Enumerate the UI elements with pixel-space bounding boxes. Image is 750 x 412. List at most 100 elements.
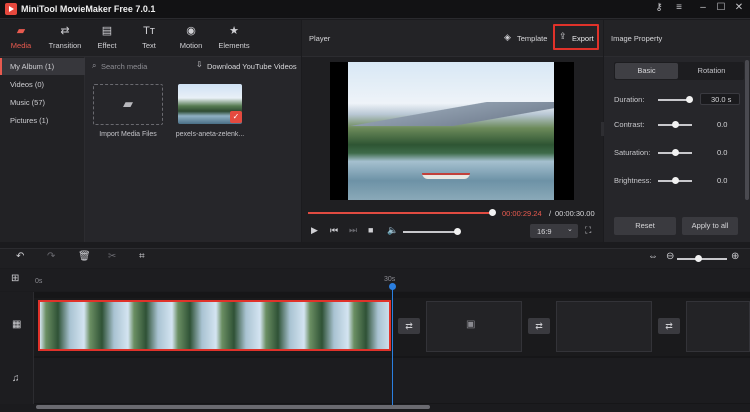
layers-icon[interactable]: ◈ [504, 33, 511, 42]
fit-timeline-icon[interactable]: ⇔ [648, 252, 658, 262]
play-icon[interactable]: ▶ [311, 226, 318, 235]
brightness-label: Brightness: [614, 176, 652, 185]
music-track-icon: ♫ [12, 373, 20, 384]
tab-text[interactable]: Tт Text [133, 20, 165, 57]
folder-icon: ▰ [16, 25, 26, 37]
tab-transition-label: Transition [48, 41, 82, 50]
zoom-out-icon[interactable]: ⊖ [666, 252, 674, 262]
split-icon[interactable]: ✂ [108, 252, 116, 262]
empty-clip-slot[interactable] [686, 301, 750, 352]
minimize-icon[interactable]: – [696, 2, 710, 16]
tab-elements[interactable]: ★ Elements [214, 20, 254, 57]
album-item-pictures[interactable]: Pictures (1) [0, 112, 85, 129]
close-icon[interactable]: ✕ [732, 2, 746, 16]
export-label: Export [572, 34, 594, 43]
app-title: MiniTool MovieMaker Free 7.0.1 [21, 4, 156, 14]
placeholder-icon: ▣ [466, 319, 476, 330]
maximize-icon[interactable]: ☐ [714, 2, 728, 16]
tab-text-label: Text [142, 41, 156, 50]
export-icon: ⇪ [559, 31, 567, 41]
tab-motion[interactable]: ◉ Motion [173, 20, 209, 57]
delete-icon[interactable]: 🗑 [78, 252, 91, 262]
ruler-tick-start: 0s [35, 278, 43, 285]
video-frame-boat [422, 173, 470, 179]
volume-slider-handle[interactable] [454, 228, 461, 235]
template-button[interactable]: Template [517, 34, 547, 43]
property-scrollbar[interactable] [745, 60, 749, 200]
transition-icon: ⇄ [60, 25, 70, 37]
import-media-label: Import Media Files [99, 131, 157, 138]
search-icon[interactable]: ⌕ [92, 62, 96, 70]
duration-label: Duration: [614, 95, 645, 104]
import-media-button[interactable]: ▰ [93, 84, 163, 125]
next-frame-icon[interactable]: ⏭ [349, 226, 357, 235]
crop-icon[interactable]: ⌗ [139, 252, 145, 262]
tab-basic[interactable]: Basic [615, 63, 678, 79]
aspect-ratio-value: 16:9 [537, 227, 552, 236]
tab-rotation[interactable]: Rotation [680, 63, 743, 79]
zoom-slider[interactable] [677, 258, 727, 260]
search-input[interactable]: Search media [101, 62, 147, 71]
stop-icon[interactable]: ■ [368, 226, 373, 235]
empty-clip-slot[interactable] [556, 301, 652, 352]
tab-media[interactable]: ▰ Media [2, 20, 40, 57]
brightness-slider-handle[interactable] [672, 177, 679, 184]
transition-slot-icon[interactable]: ⇄ [398, 318, 420, 334]
timeline-scrollbar[interactable] [36, 405, 430, 409]
text-icon: Tт [143, 25, 155, 37]
track-header-gutter [0, 292, 34, 404]
menu-icon[interactable]: ≡ [672, 2, 686, 16]
tab-media-label: Media [10, 41, 32, 50]
volume-slider[interactable] [403, 231, 459, 233]
media-clip-label: pexels-aneta-zelenk... [175, 131, 245, 138]
playback-progress-handle[interactable] [489, 209, 496, 216]
transition-slot-icon[interactable]: ⇄ [528, 318, 550, 334]
ruler-tick-30: 30s [384, 276, 396, 283]
tab-effect[interactable]: ▤ Effect [89, 20, 125, 57]
album-item-music[interactable]: Music (57) [0, 94, 85, 111]
apply-to-all-button[interactable]: Apply to all [682, 217, 738, 235]
contrast-slider-handle[interactable] [672, 121, 679, 128]
key-icon[interactable]: ⚷ [652, 2, 666, 16]
check-icon: ✓ [230, 111, 242, 123]
download-icon[interactable]: ⇩ [196, 61, 203, 69]
video-frame-image [348, 62, 554, 200]
zoom-in-icon[interactable]: ⊕ [731, 252, 739, 262]
add-track-icon[interactable]: ⊞ [11, 274, 19, 284]
saturation-value: 0.0 [717, 148, 728, 157]
duration-slider-handle[interactable] [686, 96, 693, 103]
zoom-slider-handle[interactable] [695, 255, 702, 262]
time-separator: / [549, 209, 552, 218]
folder-icon: ▰ [123, 96, 133, 111]
current-time: 00:00:29.24 [502, 209, 542, 218]
playback-progress-bar[interactable] [308, 212, 493, 214]
motion-icon: ◉ [186, 25, 196, 37]
video-track-icon: ▦ [12, 319, 22, 330]
timeline-clip[interactable] [38, 300, 391, 351]
duration-value: 30.0 s [711, 95, 732, 104]
player-title: Player [309, 34, 331, 43]
playhead-handle[interactable] [389, 283, 396, 290]
tab-elements-label: Elements [218, 41, 250, 50]
reset-button[interactable]: Reset [614, 217, 676, 235]
app-logo-icon [5, 3, 17, 15]
fullscreen-icon[interactable]: ⛶ [585, 226, 591, 235]
tab-effect-label: Effect [97, 41, 117, 50]
album-item-my-album[interactable]: My Album (1) [0, 58, 85, 75]
redo-icon[interactable]: ↷ [47, 252, 55, 262]
volume-icon[interactable]: 🔈 [387, 226, 398, 235]
brightness-value: 0.0 [717, 176, 728, 185]
transition-slot-icon[interactable]: ⇄ [658, 318, 680, 334]
saturation-label: Saturation: [614, 148, 651, 157]
tab-transition[interactable]: ⇄ Transition [44, 20, 86, 57]
contrast-label: Contrast: [614, 120, 645, 129]
playhead[interactable] [392, 285, 393, 405]
previous-frame-icon[interactable]: ⏮ [330, 226, 338, 235]
download-youtube-button[interactable]: Download YouTube Videos [207, 62, 297, 71]
album-item-videos[interactable]: Videos (0) [0, 76, 85, 93]
video-frame-mountains [348, 102, 554, 126]
saturation-slider-handle[interactable] [672, 149, 679, 156]
timeline-ruler[interactable] [0, 269, 750, 291]
undo-icon[interactable]: ↶ [16, 252, 24, 262]
tab-motion-label: Motion [179, 41, 203, 50]
